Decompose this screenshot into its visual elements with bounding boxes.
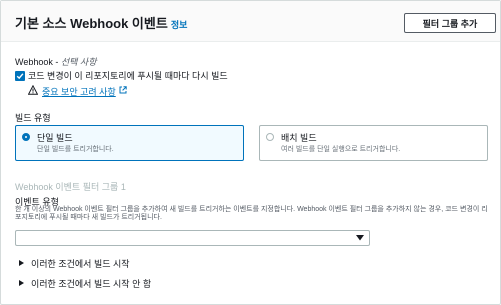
external-link-icon — [119, 86, 127, 94]
caret-right-icon — [19, 280, 24, 286]
single-build-desc: 단일 빌드를 트리거합니다. — [37, 146, 114, 153]
rebuild-checkbox-label[interactable]: 코드 변경이 이 리포지토리에 푸시될 때마다 다시 빌드 — [28, 69, 228, 82]
caret-right-icon — [19, 260, 24, 266]
panel-header: 기본 소스 Webhook 이벤트 정보 필터 그룹 추가 — [1, 1, 500, 42]
panel-title: 기본 소스 Webhook 이벤트 정보 — [15, 13, 187, 32]
panel-title-text: 기본 소스 Webhook 이벤트 — [15, 16, 168, 31]
batch-build-option[interactable]: 배치 빌드 여러 빌드를 단일 실행으로 트리거합니다. — [259, 125, 488, 161]
warning-icon — [28, 85, 38, 95]
event-type-select[interactable] — [15, 230, 370, 246]
single-build-radio[interactable] — [22, 133, 30, 141]
webhook-events-panel: 기본 소스 Webhook 이벤트 정보 필터 그룹 추가 Webhook - 선… — [0, 0, 501, 305]
webhook-label: Webhook - 선택 사항 — [15, 55, 97, 68]
webhook-label-text: Webhook - — [15, 57, 59, 67]
single-build-title: 단일 빌드 — [37, 133, 73, 143]
check-icon — [16, 73, 24, 80]
event-type-description: 한 개 이상의 Webhook 이벤트 필터 그룹을 추가하여 새 빌드를 트리… — [15, 206, 488, 221]
start-conditions-expander[interactable]: 이러한 조건에서 빌드 시작 — [19, 257, 130, 270]
rebuild-checkbox[interactable] — [15, 71, 25, 81]
batch-build-radio[interactable] — [266, 133, 274, 141]
no-start-conditions-label: 이러한 조건에서 빌드 시작 안 함 — [31, 279, 152, 289]
security-considerations-link[interactable]: 중요 보안 고려 사항 — [42, 85, 116, 98]
add-filter-group-button[interactable]: 필터 그룹 추가 — [404, 13, 496, 33]
start-conditions-label: 이러한 조건에서 빌드 시작 — [31, 259, 130, 269]
single-build-option[interactable]: 단일 빌드 단일 빌드를 트리거합니다. — [15, 125, 244, 161]
optional-text: 선택 사항 — [60, 57, 97, 67]
batch-build-desc: 여러 빌드를 단일 실행으로 트리거합니다. — [281, 146, 401, 153]
caret-down-icon — [356, 235, 364, 241]
batch-build-title: 배치 빌드 — [281, 133, 317, 143]
build-type-label: 빌드 유형 — [15, 113, 51, 123]
filter-group-title: Webhook 이벤트 필터 그룹 1 — [15, 182, 126, 192]
info-link[interactable]: 정보 — [171, 20, 188, 30]
no-start-conditions-expander[interactable]: 이러한 조건에서 빌드 시작 안 함 — [19, 277, 151, 290]
